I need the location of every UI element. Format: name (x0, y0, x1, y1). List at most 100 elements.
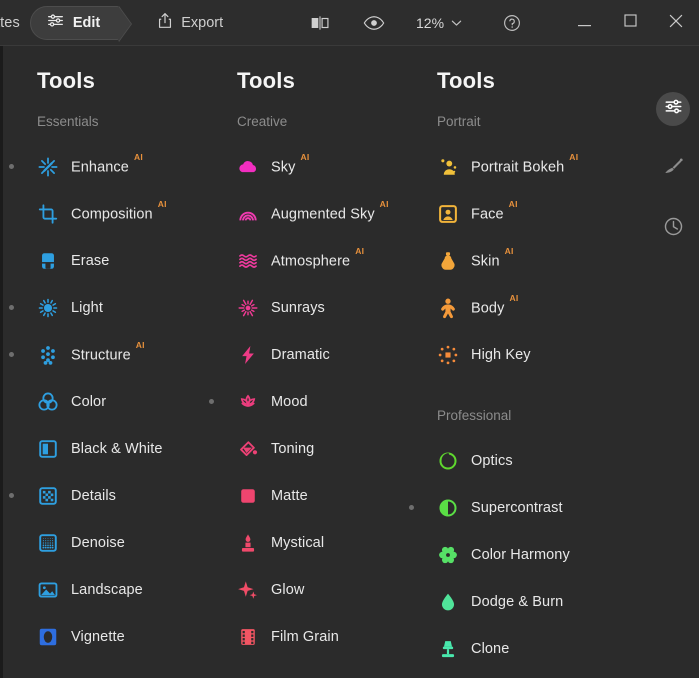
eye-icon[interactable] (354, 6, 394, 40)
tool-label: Film Grain (271, 628, 339, 645)
tool-item-augmented-sky[interactable]: Augmented Sky AI (203, 190, 403, 237)
tool-item-matte[interactable]: Matte (203, 472, 403, 519)
tool-item-erase[interactable]: Erase (3, 237, 203, 284)
tool-label-wrap: Body AI (471, 293, 519, 317)
tool-label: Glow (271, 581, 305, 598)
ai-badge: AI (509, 292, 519, 303)
ai-badge: AI (569, 151, 579, 162)
tool-label: Details (71, 487, 117, 504)
tool-item-color-harmony[interactable]: Color Harmony (403, 531, 623, 578)
person-bokeh-icon (437, 156, 459, 178)
tool-item-landscape[interactable]: Landscape (3, 566, 203, 613)
tool-active-dot (209, 399, 214, 404)
vignette-icon (37, 626, 59, 648)
minimize-button[interactable] (561, 0, 607, 46)
tool-item-film-grain[interactable]: Film Grain (203, 613, 403, 660)
tool-label: Mood (271, 393, 308, 410)
tool-label-wrap: Dramatic (271, 346, 330, 364)
help-circle-icon[interactable] (492, 6, 532, 40)
tool-item-denoise[interactable]: Denoise (3, 519, 203, 566)
edit-tab-button[interactable]: Edit (29, 5, 122, 40)
tool-item-high-key[interactable]: High Key (403, 331, 623, 378)
tool-column-1: Tools Essentials Enhance AI Composition AI Era… (3, 46, 203, 678)
tool-label-wrap: Color Harmony (471, 546, 570, 564)
tool-label: Black & White (71, 440, 163, 457)
tool-item-optics[interactable]: Optics (403, 437, 623, 484)
tool-item-toning[interactable]: Toning (203, 425, 403, 472)
tool-label: Color Harmony (471, 546, 570, 563)
crop-icon (37, 203, 59, 225)
tool-list: Portrait Bokeh AI Face AI Skin AI Body AI High K… (403, 143, 623, 378)
ai-badge: AI (379, 198, 389, 209)
ai-badge: AI (508, 198, 518, 209)
tool-label: Skin (471, 253, 500, 270)
contrast-half-icon (437, 497, 459, 519)
tool-item-mood[interactable]: Mood (203, 378, 403, 425)
tool-label: Light (71, 299, 103, 316)
body-person-icon (437, 297, 459, 319)
tool-label: Atmosphere (271, 253, 351, 270)
share-upload-icon (157, 12, 173, 33)
skin-bottle-icon (437, 250, 459, 272)
lotus-icon (237, 391, 259, 413)
tool-item-sunrays[interactable]: Sunrays (203, 284, 403, 331)
tool-label: Supercontrast (471, 499, 563, 516)
tool-item-vignette[interactable]: Vignette (3, 613, 203, 660)
tool-item-color[interactable]: Color (3, 378, 203, 425)
right-icon-rail (647, 46, 699, 678)
tool-item-structure[interactable]: Structure AI (3, 331, 203, 378)
close-button[interactable] (653, 0, 699, 46)
tool-label-wrap: Sunrays (271, 299, 325, 317)
tool-item-clone[interactable]: Clone (403, 625, 623, 672)
tool-active-dot (409, 505, 414, 510)
rail-button-adjust-sliders[interactable] (656, 92, 690, 126)
tool-item-portrait-bokeh[interactable]: Portrait Bokeh AI (403, 143, 623, 190)
tool-label: Optics (471, 452, 513, 469)
tool-item-face[interactable]: Face AI (403, 190, 623, 237)
color-circles-icon (37, 391, 59, 413)
tool-label: Face (471, 206, 504, 223)
ai-badge: AI (355, 245, 365, 256)
landscape-photo-icon (37, 579, 59, 601)
compare-split-icon[interactable] (300, 6, 340, 40)
rainbow-icon (237, 203, 259, 225)
tool-list: Optics Supercontrast Color Harmony Dodge & … (403, 437, 623, 672)
breadcrumb-previous-step[interactable]: ates (0, 15, 30, 31)
zoom-level-dropdown[interactable]: 12% (416, 14, 462, 32)
tool-label-wrap: Optics (471, 452, 513, 470)
denoise-icon (37, 532, 59, 554)
tool-label-wrap: Enhance AI (71, 152, 143, 176)
column-title: Tools (237, 68, 296, 93)
tool-item-glow[interactable]: Glow (203, 566, 403, 613)
export-button[interactable]: Export (149, 6, 231, 39)
rail-button-brush[interactable] (656, 152, 690, 186)
maximize-button[interactable] (607, 0, 653, 46)
tool-label-wrap: Composition AI (71, 199, 167, 223)
tool-item-composition[interactable]: Composition AI (3, 190, 203, 237)
tool-label-wrap: Color (71, 393, 106, 411)
rail-button-history[interactable] (656, 212, 690, 246)
tool-item-supercontrast[interactable]: Supercontrast (403, 484, 623, 531)
tool-label-wrap: Atmosphere AI (271, 246, 364, 270)
tool-item-atmosphere[interactable]: Atmosphere AI (203, 237, 403, 284)
tool-item-skin[interactable]: Skin AI (403, 237, 623, 284)
tool-item-dramatic[interactable]: Dramatic (203, 331, 403, 378)
tool-label-wrap: Portrait Bokeh AI (471, 152, 578, 176)
sunrays-icon (237, 297, 259, 319)
tool-item-black-white[interactable]: Black & White (3, 425, 203, 472)
enhance-starburst-icon (37, 156, 59, 178)
film-strip-icon (237, 626, 259, 648)
tool-item-light[interactable]: Light (3, 284, 203, 331)
tool-item-body[interactable]: Body AI (403, 284, 623, 331)
tool-item-enhance[interactable]: Enhance AI (3, 143, 203, 190)
tool-item-details[interactable]: Details (3, 472, 203, 519)
tool-item-dodge-burn[interactable]: Dodge & Burn (403, 578, 623, 625)
candle-icon (237, 532, 259, 554)
tool-item-sky[interactable]: Sky AI (203, 143, 403, 190)
tool-label: Portrait Bokeh (471, 159, 565, 176)
tool-label: Erase (71, 252, 110, 269)
tool-label: Mystical (271, 534, 325, 551)
tool-item-mystical[interactable]: Mystical (203, 519, 403, 566)
cloud-icon (237, 156, 259, 178)
tool-label: Enhance (71, 159, 129, 176)
